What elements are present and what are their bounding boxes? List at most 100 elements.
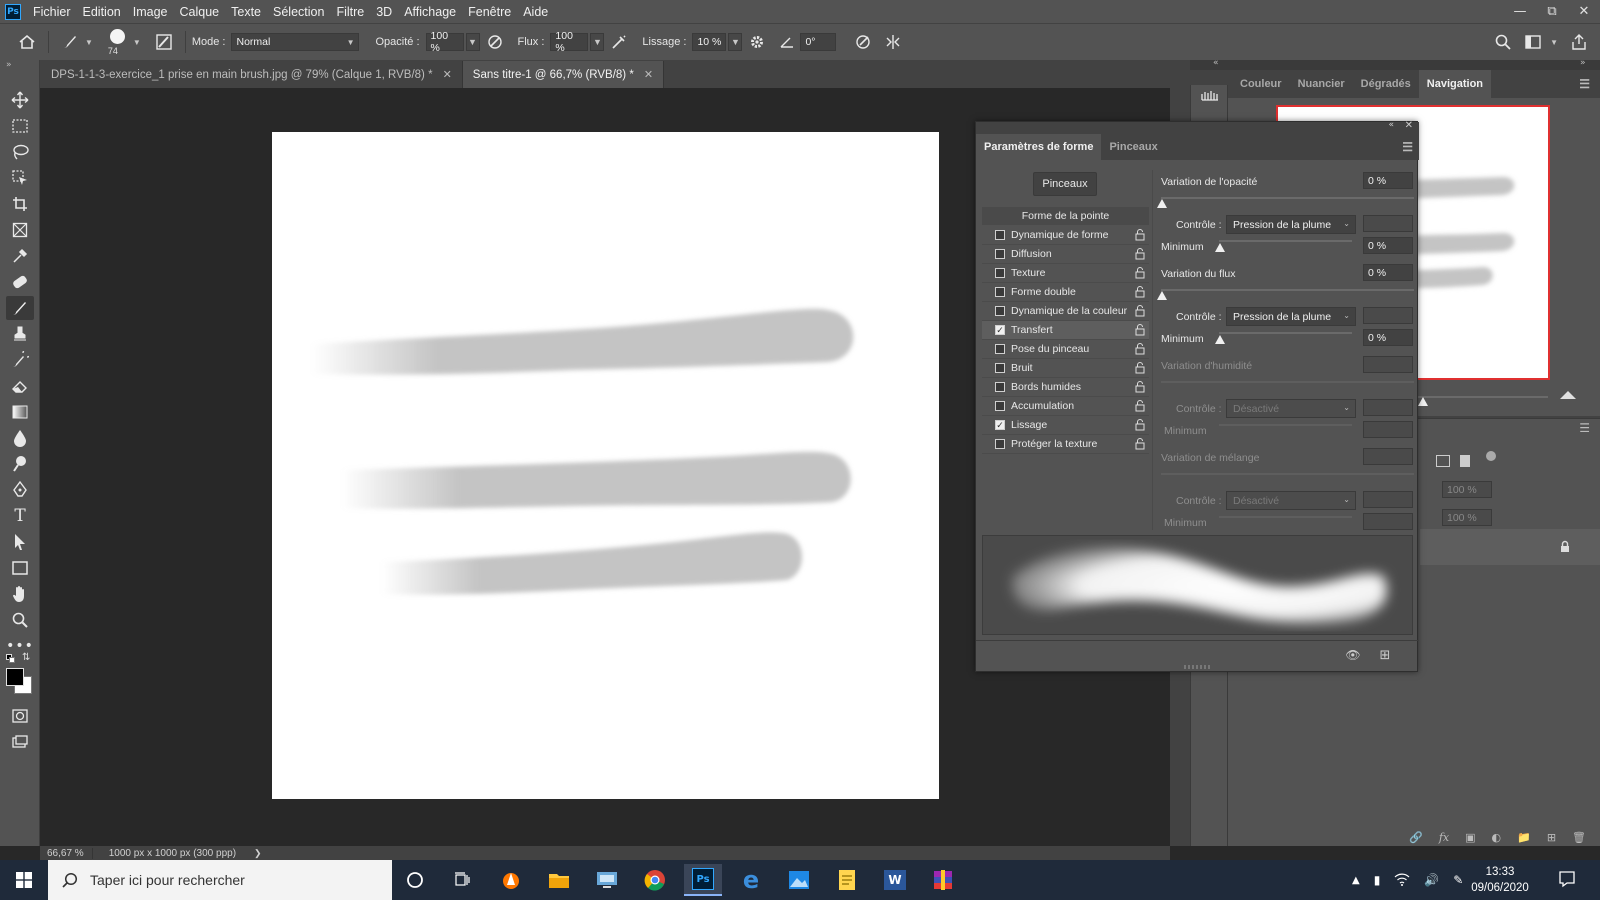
- chevron-down-icon[interactable]: ▼: [1550, 38, 1558, 47]
- workspace-icon[interactable]: [1522, 31, 1544, 53]
- filter-toggle-icon[interactable]: [1486, 451, 1496, 461]
- expand-dock-icon[interactable]: »: [1580, 58, 1586, 68]
- lock-icon[interactable]: [1135, 438, 1145, 450]
- checkbox[interactable]: [995, 439, 1005, 449]
- lock-icon[interactable]: [1135, 419, 1145, 431]
- brush-tip-shape-item[interactable]: Forme de la pointe: [982, 207, 1149, 225]
- brush-option-row[interactable]: Dynamique de la couleur: [982, 302, 1149, 321]
- path-selection-tool-icon[interactable]: [6, 530, 34, 554]
- checkbox[interactable]: [995, 382, 1005, 392]
- zoom-in-icon[interactable]: [1560, 391, 1576, 399]
- resize-grip[interactable]: [1184, 665, 1210, 669]
- mask-icon[interactable]: ▣: [1465, 831, 1475, 844]
- layer-fill-value[interactable]: 100 %: [1442, 509, 1492, 526]
- menu-filtre[interactable]: Filtre: [330, 5, 370, 19]
- brushes-button[interactable]: Pinceaux: [1033, 172, 1097, 196]
- checkbox-checked[interactable]: ✓: [995, 325, 1005, 335]
- lock-icon[interactable]: [1135, 343, 1145, 355]
- minimum-track-2[interactable]: [1219, 332, 1352, 334]
- close-icon[interactable]: ✕: [1405, 120, 1413, 131]
- home-icon[interactable]: [16, 31, 38, 53]
- opacity-jitter-input[interactable]: 0 %: [1363, 172, 1413, 189]
- minimum-input[interactable]: 0 %: [1363, 237, 1413, 254]
- menu-image[interactable]: Image: [127, 5, 174, 19]
- task-view-icon[interactable]: [444, 864, 482, 896]
- move-tool-icon[interactable]: [6, 88, 34, 112]
- eyedropper-tool-icon[interactable]: [6, 244, 34, 268]
- chevron-up-icon[interactable]: ▲: [1352, 875, 1360, 886]
- flow-jitter-input[interactable]: 0 %: [1363, 264, 1413, 281]
- minimum-slider[interactable]: [1215, 243, 1225, 252]
- new-brush-icon[interactable]: ⊞: [1376, 646, 1394, 664]
- remote-desktop-icon[interactable]: [588, 864, 626, 896]
- checkbox[interactable]: [995, 230, 1005, 240]
- wifi-icon[interactable]: [1394, 872, 1410, 889]
- lock-artboard-icon[interactable]: [1436, 455, 1450, 467]
- chevron-down-icon[interactable]: ▼: [85, 38, 93, 47]
- gear-icon[interactable]: [746, 31, 768, 53]
- airbrush-icon[interactable]: [608, 31, 630, 53]
- control-select-2[interactable]: Pression de la plume ⌄: [1226, 307, 1356, 326]
- pen-workspace-icon[interactable]: ✎: [1453, 873, 1463, 887]
- crop-tool-icon[interactable]: [6, 192, 34, 216]
- swap-colors-icon[interactable]: ⇅: [22, 652, 30, 663]
- layer-opacity-value[interactable]: 100 %: [1442, 481, 1492, 498]
- avast-app-icon[interactable]: [492, 864, 530, 896]
- menu-texte[interactable]: Texte: [225, 5, 267, 19]
- battery-icon[interactable]: ▮: [1374, 873, 1381, 887]
- document-canvas[interactable]: [272, 132, 939, 799]
- brush-option-row[interactable]: Bruit: [982, 359, 1149, 378]
- panel-menu-icon[interactable]: ☰: [1579, 77, 1590, 91]
- lock-icon[interactable]: [1135, 305, 1145, 317]
- menu-aide[interactable]: Aide: [517, 5, 554, 19]
- foreground-color-swatch[interactable]: [6, 668, 24, 686]
- pressure-size-icon[interactable]: [852, 31, 874, 53]
- flow-input[interactable]: 100 %: [550, 30, 589, 54]
- notification-icon[interactable]: [1558, 870, 1578, 890]
- panel-menu-icon[interactable]: ☰: [1579, 421, 1590, 435]
- lock-icon[interactable]: [1135, 362, 1145, 374]
- navigator-zoom-slider[interactable]: [1418, 397, 1428, 406]
- tab-document-2[interactable]: Sans titre-1 @ 66,7% (RVB/8) * ✕: [462, 61, 665, 88]
- notepad-app-icon[interactable]: [828, 864, 866, 896]
- lock-all-icon[interactable]: [1460, 455, 1470, 467]
- checkbox[interactable]: [995, 401, 1005, 411]
- zoom-level[interactable]: 66,67 %: [40, 847, 93, 859]
- search-icon[interactable]: [1492, 31, 1514, 53]
- fx-icon[interactable]: fx: [1439, 831, 1449, 844]
- type-tool-icon[interactable]: T: [6, 504, 34, 528]
- photoshop-taskbar-icon[interactable]: Ps: [684, 864, 722, 896]
- brush-settings-toggle-icon[interactable]: [153, 31, 175, 53]
- hand-tool-icon[interactable]: [6, 582, 34, 606]
- tab-degrades[interactable]: Dégradés: [1353, 70, 1419, 98]
- collapse-toolbar-icon[interactable]: »: [6, 60, 12, 70]
- angle-input[interactable]: 0°: [800, 33, 837, 51]
- file-explorer-icon[interactable]: [540, 864, 578, 896]
- menu-3d[interactable]: 3D: [370, 5, 398, 19]
- brush-option-row-selected[interactable]: ✓ Transfert: [982, 321, 1149, 340]
- lock-icon[interactable]: [1135, 381, 1145, 393]
- healing-brush-tool-icon[interactable]: [6, 270, 34, 294]
- flow-slider-toggle[interactable]: ▼: [590, 33, 605, 51]
- brush-option-row[interactable]: Bords humides: [982, 378, 1149, 397]
- menu-fenetre[interactable]: Fenêtre: [462, 5, 517, 19]
- windows-start-icon[interactable]: [0, 860, 48, 900]
- checkbox[interactable]: [995, 268, 1005, 278]
- pen-tool-icon[interactable]: [6, 478, 34, 502]
- trash-icon[interactable]: 🗑: [1572, 831, 1586, 844]
- menu-calque[interactable]: Calque: [174, 5, 226, 19]
- quick-mask-icon[interactable]: [6, 704, 34, 728]
- smoothing-slider-toggle[interactable]: ▼: [728, 33, 743, 51]
- flow-jitter-track[interactable]: [1161, 289, 1414, 291]
- photoshop-logo-icon[interactable]: Ps: [5, 3, 21, 20]
- tab-brush-settings[interactable]: Paramètres de forme: [976, 134, 1102, 160]
- menu-affichage[interactable]: Affichage: [398, 5, 462, 19]
- brush-option-row[interactable]: Pose du pinceau: [982, 340, 1149, 359]
- menu-fichier[interactable]: Fichier: [27, 5, 77, 19]
- lock-icon[interactable]: [1135, 267, 1145, 279]
- close-icon[interactable]: ✕: [644, 68, 653, 81]
- new-layer-icon[interactable]: ⊞: [1547, 831, 1556, 844]
- lock-icon[interactable]: [1135, 248, 1145, 260]
- checkbox[interactable]: [995, 287, 1005, 297]
- toggle-live-tip-icon[interactable]: 👁: [1344, 646, 1362, 664]
